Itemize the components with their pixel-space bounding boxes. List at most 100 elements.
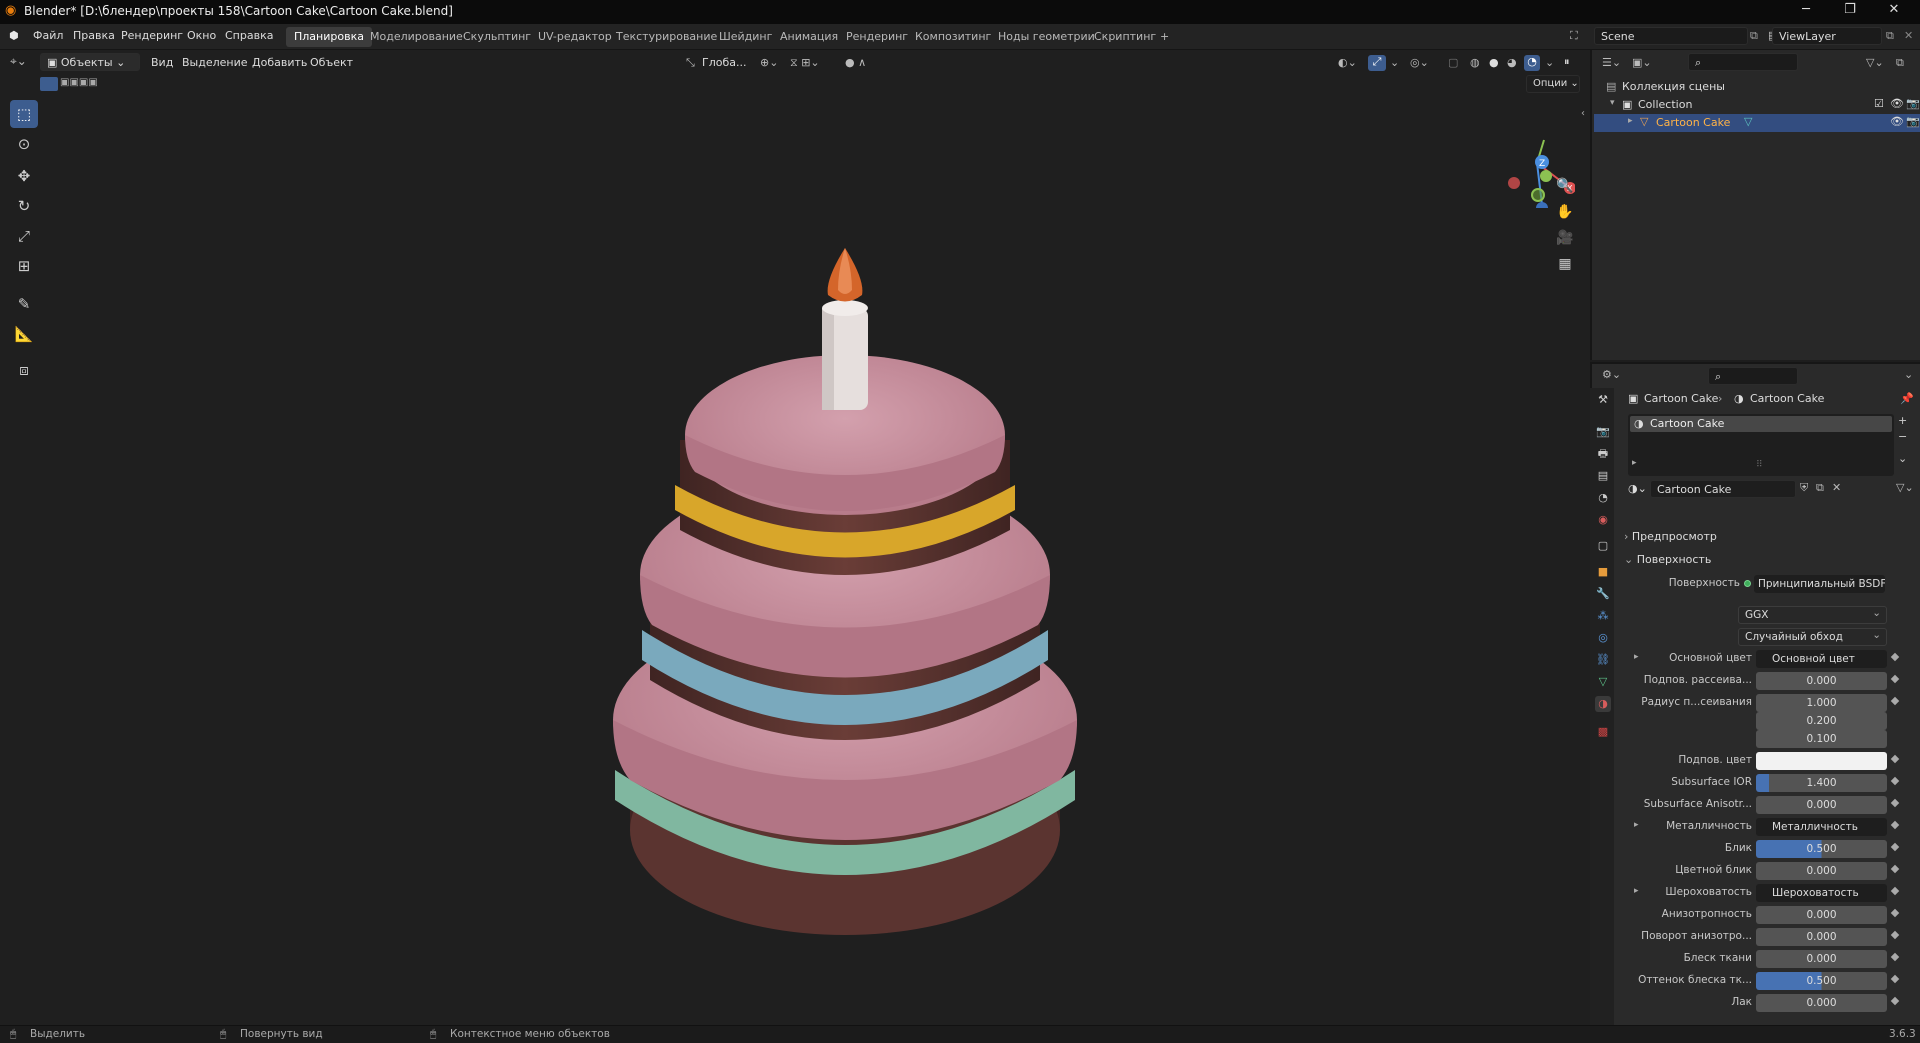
mesh-data-icon[interactable]: ▽ (1744, 115, 1752, 128)
tab-uv-editing[interactable]: UV-редактор (530, 27, 620, 47)
output-tab-icon[interactable]: 🖶 (1595, 446, 1611, 462)
outliner-editor-icon[interactable]: ☰⌄ (1602, 56, 1621, 69)
render-tab-icon[interactable]: 📷 (1595, 424, 1611, 440)
select-mode-icons[interactable]: ▣▣▣▣ (60, 77, 98, 88)
pin-icon[interactable]: 📌 (1900, 392, 1914, 405)
tab-shading[interactable]: Шейдинг (711, 27, 780, 47)
menu-help[interactable]: Справка (225, 29, 273, 42)
blender-menu-icon[interactable]: ⬢ (9, 29, 19, 42)
menu-view[interactable]: Вид (151, 56, 173, 69)
keyframe-dot-icon[interactable] (1890, 930, 1900, 940)
menu-select[interactable]: Выделение (182, 56, 248, 69)
numeric-field[interactable]: 0.200 (1756, 712, 1887, 730)
menu-add[interactable]: Добавить (252, 56, 307, 69)
keyframe-dot-icon[interactable] (1890, 652, 1900, 662)
keyframe-dot-icon[interactable] (1890, 820, 1900, 830)
expand-arrow-icon[interactable]: ▸ (1628, 116, 1633, 126)
numeric-field[interactable]: 0.000 (1756, 906, 1887, 924)
keyframe-dot-icon[interactable] (1890, 996, 1900, 1006)
numeric-field[interactable]: 1.000 (1756, 694, 1887, 712)
keyframe-dot-icon[interactable] (1890, 886, 1900, 896)
properties-editor-icon[interactable]: ⚙⌄ (1602, 368, 1621, 381)
outliner-search-input[interactable]: ⌕ (1688, 53, 1798, 71)
collection-tab-icon[interactable]: ▢ (1595, 538, 1611, 554)
scene-selector[interactable]: Scene (1594, 27, 1748, 45)
material-name-field[interactable]: Cartoon Cake (1650, 480, 1796, 498)
perspective-toggle-icon[interactable]: ▦ (1553, 252, 1577, 276)
tab-layout[interactable]: Планировка (286, 27, 372, 47)
select-mode-new-icon[interactable] (40, 77, 58, 91)
menu-window[interactable]: Окно (187, 29, 216, 42)
xray-icon[interactable]: ▢ (1448, 56, 1458, 69)
resize-grip-icon[interactable]: ⠿ (1756, 460, 1763, 470)
add-cube-tool-icon[interactable]: ⧈ (10, 356, 38, 384)
exclude-checkbox-icon[interactable]: ☑ (1874, 97, 1884, 110)
proportional-edit-icon[interactable]: ● ∧ (845, 56, 866, 69)
eye-icon[interactable]: 👁 (1890, 97, 1904, 110)
keyframe-dot-icon[interactable] (1890, 798, 1900, 808)
data-tab-icon[interactable]: ▽ (1595, 674, 1611, 690)
overlays-icon[interactable]: ◎⌄ (1410, 56, 1429, 69)
wireframe-shading-icon[interactable]: ◍ (1470, 56, 1480, 69)
linked-input-field[interactable]: Металличность (1756, 818, 1887, 836)
new-scene-icon[interactable]: ⧉ (1750, 29, 1758, 43)
camera-view-icon[interactable]: 🎥 (1553, 226, 1577, 250)
material-slot-row[interactable]: ◑ Cartoon Cake (1630, 416, 1892, 432)
view-layer-tab-icon[interactable]: ▤ (1595, 468, 1611, 484)
zoom-icon[interactable]: 🔍 (1553, 174, 1577, 198)
menu-render[interactable]: Рендеринг (121, 29, 183, 42)
shading-dropdown-icon[interactable]: ⌄ (1545, 56, 1554, 69)
expand-arrow-icon[interactable]: ▸ (1634, 886, 1639, 896)
unlink-material-icon[interactable]: ✕ (1832, 481, 1841, 494)
keyframe-dot-icon[interactable] (1890, 974, 1900, 984)
keyframe-dot-icon[interactable] (1890, 674, 1900, 684)
tab-rendering[interactable]: Рендеринг (838, 27, 916, 47)
keyframe-dot-icon[interactable] (1890, 696, 1900, 706)
expand-arrow-icon[interactable]: ▾ (1610, 98, 1615, 108)
material-link-icon[interactable]: ▽⌄ (1896, 481, 1914, 494)
numeric-field[interactable]: 0.000 (1756, 928, 1887, 946)
numeric-field[interactable]: 0.500 (1756, 972, 1887, 990)
close-icon[interactable]: ✕ (1874, 2, 1914, 22)
add-slot-icon[interactable]: + (1898, 414, 1907, 427)
visibility-icon[interactable]: ◐⌄ (1338, 56, 1357, 69)
keyframe-dot-icon[interactable] (1890, 776, 1900, 786)
menu-object[interactable]: Объект (310, 56, 353, 69)
minimize-icon[interactable]: ─ (1786, 2, 1826, 22)
pivot-icon[interactable]: ⊕⌄ (760, 56, 778, 69)
keyframe-dot-icon[interactable] (1890, 952, 1900, 962)
pan-hand-icon[interactable]: ✋ (1553, 200, 1577, 224)
add-workspace-button[interactable]: + (1152, 27, 1177, 47)
expand-arrow-icon[interactable]: ▸ (1634, 652, 1639, 662)
keyframe-dot-icon[interactable] (1890, 908, 1900, 918)
collapse-toolbar-icon[interactable]: ‹ (1581, 108, 1585, 119)
rendered-shading-icon[interactable]: ◔ (1524, 55, 1540, 71)
scale-tool-icon[interactable]: ⤢ (10, 222, 38, 250)
numeric-field[interactable]: 0.000 (1756, 862, 1887, 880)
camera-render-icon[interactable]: 📷 (1906, 97, 1920, 110)
constraints-tab-icon[interactable]: ⛓ (1595, 652, 1611, 668)
preview-panel-header[interactable]: › Предпросмотр (1624, 530, 1717, 548)
transform-orientation-selector[interactable]: Глоба... (702, 56, 746, 69)
menu-edit[interactable]: Правка (73, 29, 115, 42)
pause-render-icon[interactable]: ⏸ (1564, 55, 1570, 69)
tab-compositing[interactable]: Композитинг (907, 27, 999, 47)
browse-material-icon[interactable]: ◑⌄ (1628, 482, 1647, 495)
new-collection-icon[interactable]: ⧉ (1896, 56, 1904, 70)
editor-type-icon[interactable]: ⌖⌄ (10, 54, 27, 69)
subsurface-method-dropdown[interactable]: Случайный обход (1738, 627, 1887, 646)
gizmo-toggle-icon[interactable]: ⤢ (1368, 55, 1386, 71)
keyframe-dot-icon[interactable] (1890, 842, 1900, 852)
slot-specials-icon[interactable]: ⌄ (1898, 452, 1907, 465)
fake-user-icon[interactable]: ⛨ (1800, 481, 1808, 495)
properties-search-input[interactable]: ⌕ (1708, 367, 1798, 385)
tab-animation[interactable]: Анимация (772, 27, 846, 47)
properties-options-icon[interactable]: ⌄ (1904, 368, 1913, 381)
remove-slot-icon[interactable]: − (1898, 430, 1907, 443)
numeric-field[interactable]: 0.500 (1756, 840, 1887, 858)
numeric-field[interactable]: 0.000 (1756, 994, 1887, 1012)
surface-shader-field[interactable]: Принципиальный BSDF (1754, 575, 1885, 593)
linked-input-field[interactable]: Основной цвет (1756, 650, 1887, 668)
tab-sculpting[interactable]: Скульптинг (455, 27, 539, 47)
material-slot-list[interactable]: ◑ Cartoon Cake ▸ ⠿ (1628, 414, 1894, 476)
